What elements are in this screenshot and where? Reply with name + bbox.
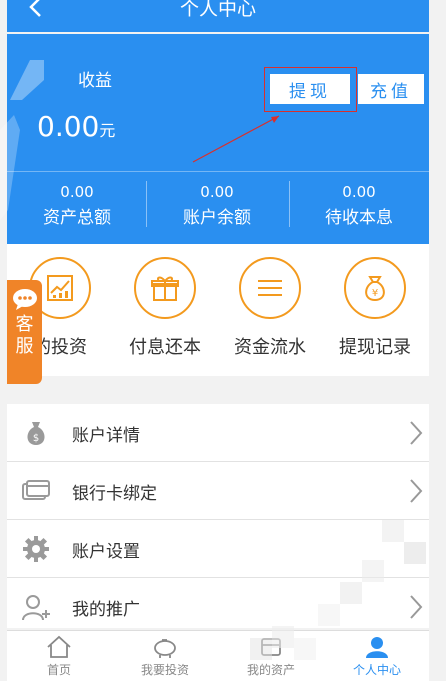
svg-text:$: $ (33, 433, 39, 444)
stat-label: 待收本息 (325, 208, 393, 228)
svg-text:¥: ¥ (372, 288, 378, 299)
customer-service-label: 客服 (15, 314, 34, 357)
list-lines-icon (239, 257, 301, 319)
shortcut-row: 的投资 付息还本 资金流水 ¥ 提现记录 (7, 244, 429, 376)
account-summary-card: 收益 0.00元 提现 充值 0.00 资产总额 0.00 账户余额 0.00 … (7, 34, 429, 244)
stat-value: 0.00 (342, 183, 376, 201)
nav-label: 个人中心 (352, 663, 401, 677)
chevron-right-icon (410, 421, 423, 445)
stat-label: 账户余额 (183, 208, 251, 228)
app-header: 个人中心 (7, 0, 429, 32)
gift-icon (134, 257, 196, 319)
nav-my-assets[interactable]: 我的资产 (221, 635, 321, 678)
menu-item-account-details[interactable]: $ 账户详情 (7, 404, 429, 462)
shortcut-label: 资金流水 (234, 337, 306, 358)
income-value: 0.00元 (37, 110, 116, 143)
assets-icon (261, 638, 281, 656)
chat-bubble-icon (12, 289, 37, 310)
shortcut-label: 提现记录 (339, 337, 411, 358)
nav-invest[interactable]: 我要投资 (115, 635, 215, 678)
stat-value: 0.00 (200, 183, 234, 201)
bottom-navigation: 首页 我要投资 我的资产 个人中心 (7, 630, 429, 681)
income-unit: 元 (99, 121, 116, 140)
menu-label: 账户设置 (72, 542, 140, 562)
home-icon (47, 635, 71, 658)
nav-home[interactable]: 首页 (9, 635, 109, 678)
menu-item-my-promotion[interactable]: 我的推广 (7, 578, 429, 628)
shortcut-interest-repayment[interactable]: 付息还本 (115, 257, 215, 359)
summary-divider (7, 171, 429, 172)
money-bag-icon: $ (27, 422, 45, 445)
bank-card-icon (22, 480, 50, 500)
account-menu-list: $ 账户详情 银行卡绑定 账户设置 我的推广 (7, 404, 429, 628)
stat-pending-principal[interactable]: 0.00 待收本息 (289, 183, 429, 228)
nav-personal-center[interactable]: 个人中心 (327, 635, 427, 678)
chevron-right-icon (410, 595, 423, 619)
shortcut-fund-flow[interactable]: 资金流水 (220, 257, 320, 359)
highlight-box (264, 67, 357, 112)
chevron-right-icon (410, 479, 423, 503)
add-user-icon (22, 595, 50, 621)
shortcut-label: 付息还本 (129, 337, 201, 358)
page-title: 个人中心 (179, 0, 256, 20)
menu-label: 账户详情 (72, 426, 140, 446)
money-bag-icon: ¥ (344, 257, 406, 319)
nav-label: 我的资产 (246, 663, 295, 677)
user-icon (366, 637, 388, 658)
menu-label: 我的推广 (72, 600, 140, 620)
customer-service-button[interactable]: 客服 (7, 280, 42, 384)
nav-label: 我要投资 (140, 663, 189, 677)
recharge-button[interactable]: 充值 (358, 74, 424, 104)
menu-item-account-settings[interactable]: 账户设置 (7, 520, 429, 578)
piggy-bank-icon (154, 639, 176, 658)
income-label: 收益 (78, 71, 112, 91)
gear-icon (23, 536, 49, 562)
stat-account-balance[interactable]: 0.00 账户余额 (147, 183, 287, 228)
menu-item-bank-card[interactable]: 银行卡绑定 (7, 462, 429, 520)
nav-label: 首页 (46, 663, 71, 677)
watermark-shape (0, 60, 44, 220)
menu-label: 银行卡绑定 (72, 484, 157, 504)
shortcut-withdraw-record[interactable]: ¥ 提现记录 (325, 257, 425, 359)
